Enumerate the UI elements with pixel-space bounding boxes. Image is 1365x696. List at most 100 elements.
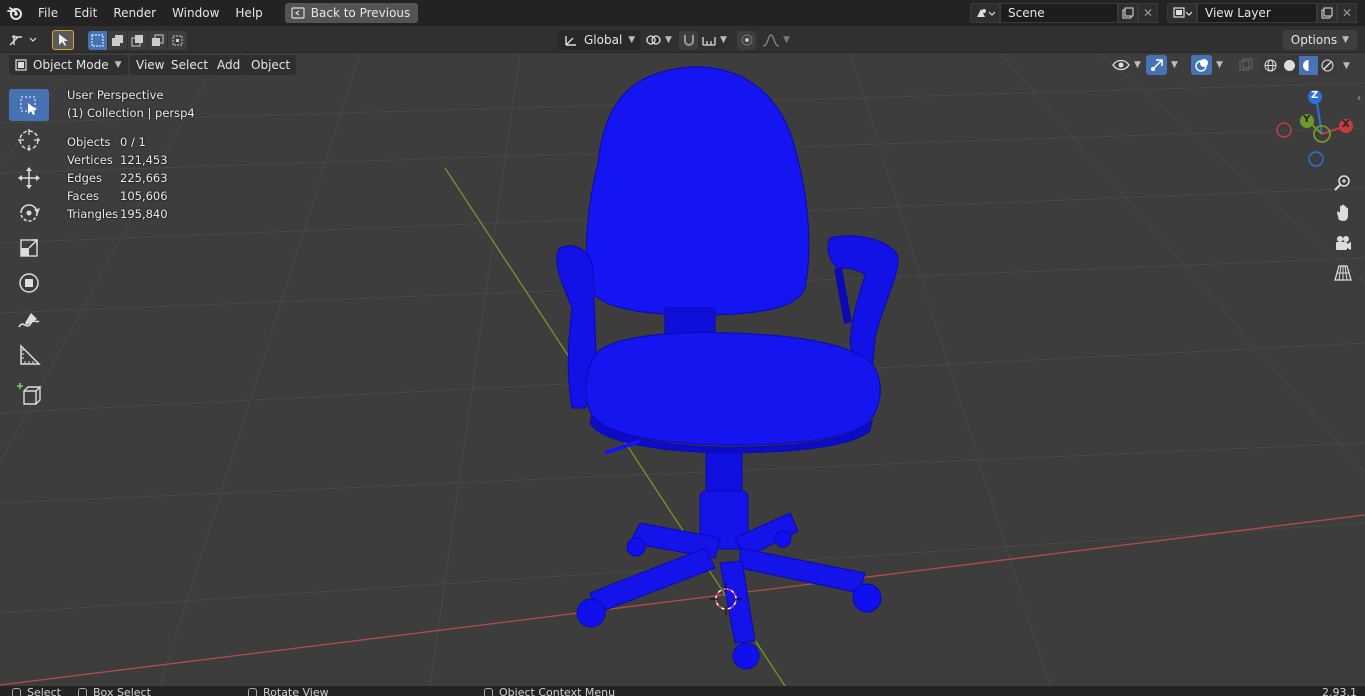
measure-icon [20,344,41,365]
sidebar-toggle-arrow-icon[interactable]: ‹ [1357,93,1361,104]
cursor-tool[interactable] [9,124,49,156]
orientation-axes-icon [565,36,576,46]
menu-file[interactable]: File [30,0,66,26]
top-menu-bar: File Edit Render Window Help Back to Pre… [0,0,1365,26]
add-cube-icon [17,383,42,405]
chevron-down-icon[interactable]: ▼ [1171,60,1178,70]
zoom-view-button[interactable] [1330,170,1356,196]
editor-type-dropdown[interactable] [8,30,40,50]
status-select-label: Select [27,686,61,696]
scene-statistics: Objects 0 / 1 Vertices 121,453 Edges 225… [67,133,195,223]
select-box-icon [20,96,37,115]
add-cube-tool[interactable] [9,378,49,410]
mode-set-button[interactable] [88,30,107,50]
options-label: Options [1290,33,1338,47]
scene-name-field[interactable]: Scene [1000,3,1118,23]
active-tool-button[interactable] [52,30,74,50]
show-overlays-toggle[interactable] [1191,55,1212,75]
gizmo-z-label: Z [1311,90,1319,101]
object-mode-dropdown[interactable]: Object Mode ▼ [9,55,128,75]
duplicate-icon [1122,7,1134,19]
delete-scene-button[interactable]: ✕ [1138,3,1158,23]
viewport-menu-object[interactable]: Object [245,55,297,75]
menu-render[interactable]: Render [105,0,164,26]
measure-tool[interactable] [9,340,49,372]
mouse-right-icon [484,687,493,696]
move-tool[interactable] [9,162,49,194]
menu-window[interactable]: Window [164,0,227,26]
mode-intersect-button[interactable] [168,30,187,50]
menu-edit[interactable]: Edit [66,0,105,26]
snap-toggle-button[interactable] [679,30,698,50]
proportional-edit-button[interactable] [737,30,756,50]
annotate-icon [18,313,40,328]
shading-options-dropdown[interactable]: ▼ [1337,56,1356,75]
back-to-previous-button[interactable]: Back to Previous [284,3,419,23]
camera-view-button[interactable] [1330,230,1356,256]
visibility-dropdown[interactable]: ▼ [1112,54,1141,76]
eye-icon [1112,59,1130,71]
stat-value: 105,606 [120,189,168,203]
mode-invert-button[interactable] [148,30,167,50]
material-preview-shading-button[interactable] [1299,56,1318,75]
xray-toggle[interactable] [1238,54,1254,76]
shading-mode-group: ▼ [1261,56,1356,75]
scale-tool[interactable] [9,232,49,264]
falloff-dropdown[interactable]: ▼ [762,33,790,47]
solid-shading-button[interactable] [1280,56,1299,75]
magnet-icon [683,35,694,46]
falloff-curve-icon [762,34,780,47]
rotate-tool[interactable] [9,197,49,229]
version-label: 2.93.1 [1322,686,1357,696]
status-box-select-label: Box Select [93,686,151,696]
select-box-tool[interactable] [9,89,49,121]
new-scene-button[interactable] [1118,3,1138,23]
view-layer-selector: View Layer ✕ [1167,3,1357,23]
gizmo-y-label: Y [1303,114,1311,125]
options-dropdown[interactable]: Options ▼ [1282,30,1357,50]
scene-browse-button[interactable] [970,3,1000,23]
snap-target-dropdown[interactable]: ▼ [701,33,727,47]
pivot-point-dropdown[interactable]: ▼ [645,30,672,50]
wireframe-shading-button[interactable] [1261,56,1280,75]
pan-view-button[interactable] [1330,200,1356,226]
chair-model[interactable] [556,66,899,670]
transform-orientation-label: Global [584,33,623,47]
mode-subtract-button[interactable] [128,30,147,50]
transform-orientation-dropdown[interactable]: Global ▼ [558,30,642,50]
gizmo-dropdown-group: ▼ [1146,54,1178,76]
status-context-menu-label: Object Context Menu [499,686,616,696]
tool-settings-header: Global ▼ ▼ ▼ ▼ Options ▼ [0,26,1365,53]
show-gizmo-toggle[interactable] [1146,55,1167,75]
mode-extend-button[interactable] [108,30,127,50]
close-icon: ✕ [1142,6,1154,20]
new-view-layer-button[interactable] [1317,3,1337,23]
scale-icon [20,239,38,257]
view-layer-browse-button[interactable] [1167,3,1197,23]
mouse-left-icon [12,687,21,696]
transform-tool[interactable] [9,267,49,299]
stat-label: Triangles [67,207,119,221]
chevron-down-icon[interactable]: ▼ [1216,60,1223,70]
proportional-edit-icon [741,34,752,46]
selection-mode-group [88,30,187,50]
view-layer-name-field[interactable]: View Layer [1197,3,1317,23]
zoom-icon [1334,175,1350,191]
status-version: 2.93.1 [1322,687,1357,696]
viewport-menu-add[interactable]: Add [211,55,247,75]
3d-viewport[interactable]: Z Y X Object Mode ▼ View Select Add Obje… [0,53,1365,686]
menu-help[interactable]: Help [227,0,270,26]
invert-selection-icon [152,34,164,46]
scene-selector: Scene ✕ [970,3,1158,23]
object-mode-label: Object Mode [33,58,109,72]
stat-label: Vertices [67,153,113,167]
toggle-perspective-button[interactable] [1330,260,1356,286]
rendered-shading-button[interactable] [1318,56,1337,75]
back-to-previous-label: Back to Previous [310,6,411,20]
blender-logo-icon[interactable] [0,0,30,26]
viewport-info-overlay: User Perspective (1) Collection | persp4… [67,86,195,223]
material-sphere-icon [1303,60,1314,71]
delete-view-layer-button[interactable]: ✕ [1337,3,1357,23]
viewport-menu-select[interactable]: Select [165,55,215,75]
annotate-tool[interactable] [9,305,49,337]
